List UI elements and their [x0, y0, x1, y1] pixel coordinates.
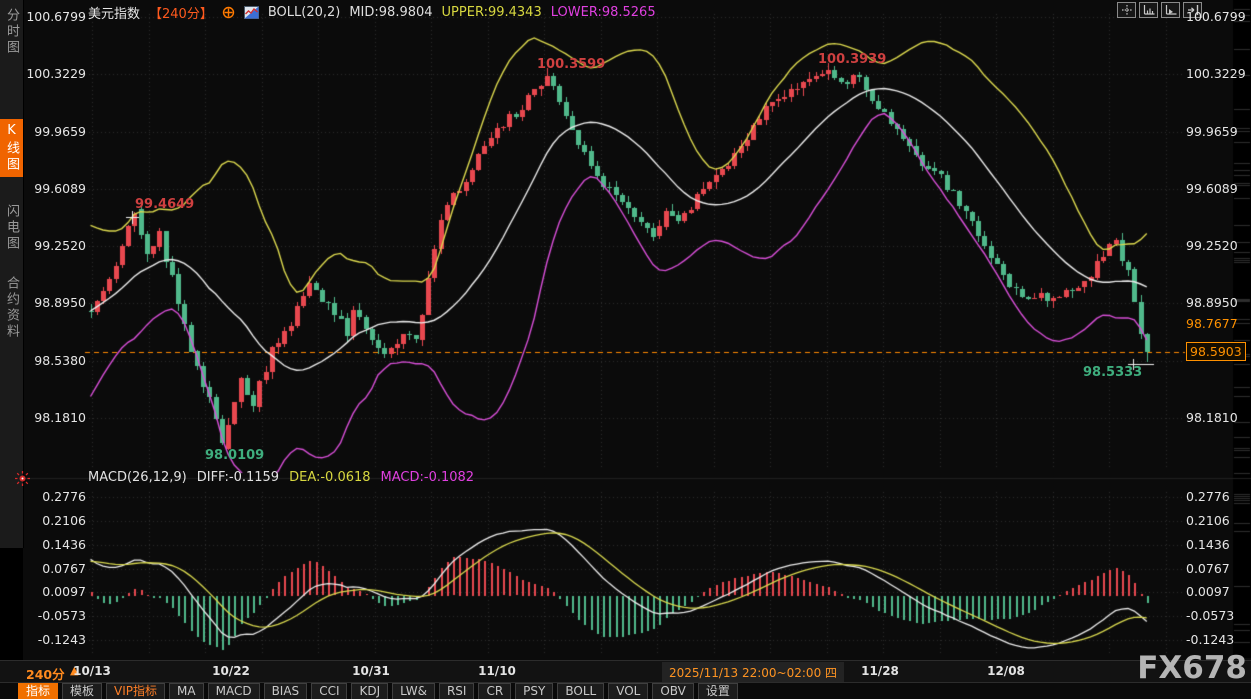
- swing-high-label: 100.3939: [818, 52, 886, 67]
- toolbar-button-指标[interactable]: 指标: [18, 683, 58, 699]
- price-axis-label: 98.5380: [20, 353, 86, 368]
- target-icon[interactable]: [222, 6, 235, 19]
- macd-axis-label: 0.2106: [1186, 513, 1251, 528]
- toolbar-button-kdj[interactable]: KDJ: [351, 683, 388, 699]
- toolbar-button-ma[interactable]: MA: [169, 683, 204, 699]
- instrument-name: 美元指数: [88, 3, 140, 22]
- toolbar-button-vol[interactable]: VOL: [608, 683, 648, 699]
- current-price-box: 98.5903: [1186, 342, 1246, 361]
- boll-lower-value: LOWER:98.5265: [551, 5, 656, 20]
- macd-diff-value: DIFF:-0.1159: [197, 470, 279, 485]
- price-axis-label: 98.1810: [20, 410, 86, 425]
- indicator-toolbar: 指标模板VIP指标MAMACDBIASCCIKDJLW&RSICRPSYBOLL…: [0, 682, 1251, 699]
- price-axis-label: 100.6799: [20, 9, 86, 24]
- swing-high-label: 100.3599: [537, 57, 605, 72]
- sidebar-background: [0, 0, 24, 548]
- macd-axis-label: 0.1436: [20, 537, 86, 552]
- date-tick-label: 10/13: [70, 664, 114, 678]
- mini-chart-icon[interactable]: [244, 6, 259, 19]
- macd-axis-label: 0.1436: [1186, 537, 1251, 552]
- toolbar-button-cr[interactable]: CR: [478, 683, 511, 699]
- toolbar-button-模板[interactable]: 模板: [62, 683, 102, 699]
- compress-left-icon[interactable]: [1139, 2, 1158, 18]
- crosshair-icon[interactable]: [1117, 2, 1136, 18]
- macd-legend: MACD(26,12,9) DIFF:-0.1159 DEA:-0.0618 M…: [88, 470, 474, 485]
- macd-axis-label: 0.0767: [20, 561, 86, 576]
- macd-axis-label: 0.0767: [1186, 561, 1251, 576]
- macd-axis-label: 0.2776: [20, 489, 86, 504]
- timeframe-label[interactable]: 240分: [26, 664, 65, 683]
- macd-axis-label: 0.2776: [1186, 489, 1251, 504]
- panel-divider-handle-icon[interactable]: [14, 470, 31, 487]
- price-axis-label: 100.3229: [1186, 66, 1251, 81]
- macd-axis-label: -0.1243: [1186, 632, 1251, 647]
- macd-settings-label: MACD(26,12,9): [88, 470, 187, 485]
- compress-right-icon[interactable]: [1161, 2, 1180, 18]
- macd-axis-label: -0.0573: [1186, 608, 1251, 623]
- price-axis-label: 99.2520: [20, 238, 86, 253]
- price-axis-label: 99.6089: [20, 181, 86, 196]
- boll-upper-value: UPPER:99.4343: [442, 5, 542, 20]
- toolbar-button-macd[interactable]: MACD: [208, 683, 260, 699]
- price-axis-label: 98.8950: [1186, 295, 1251, 310]
- price-axis-label: 99.9659: [20, 124, 86, 139]
- price-axis-label: 98.1810: [1186, 410, 1251, 425]
- swing-low-label: 98.0109: [205, 448, 264, 463]
- date-tick-label: 12/08: [984, 664, 1028, 678]
- price-axis-label: 100.6799: [1186, 9, 1251, 24]
- toolbar-button-psy[interactable]: PSY: [515, 683, 553, 699]
- selected-time-readout: 2025/11/13 22:00~02:00 四: [662, 662, 844, 683]
- toolbar-button-bias[interactable]: BIAS: [264, 683, 308, 699]
- swing-high-label: 99.4649: [135, 197, 194, 212]
- price-axis-label: 100.3229: [20, 66, 86, 81]
- trading-terminal: { "header": { "symbol": "美元指数", "period"…: [0, 0, 1251, 699]
- date-tick-label: 10/31: [349, 664, 393, 678]
- chart-legend: 美元指数 【240分】 BOLL(20,2) MID:98.9804 UPPER…: [88, 3, 656, 22]
- price-axis-label: 99.9659: [1186, 124, 1251, 139]
- macd-dea-value: DEA:-0.0618: [289, 470, 370, 485]
- period-label: 【240分】: [149, 3, 213, 22]
- toolbar-button-rsi[interactable]: RSI: [439, 683, 475, 699]
- macd-axis-label: -0.1243: [20, 632, 86, 647]
- price-axis-label: 99.6089: [1186, 181, 1251, 196]
- macd-value: MACD:-0.1082: [381, 470, 475, 485]
- toolbar-button-lw&[interactable]: LW&: [392, 683, 435, 699]
- date-tick-label: 10/22: [209, 664, 253, 678]
- chart-canvas[interactable]: [23, 0, 1251, 660]
- date-tick-label: 11/10: [475, 664, 519, 678]
- price-axis-label: 99.2520: [1186, 238, 1251, 253]
- watermark: FX678: [1137, 650, 1247, 686]
- toolbar-button-obv[interactable]: OBV: [652, 683, 694, 699]
- macd-axis-label: 0.0097: [1186, 584, 1251, 599]
- boll-settings-label: BOLL(20,2): [268, 5, 341, 20]
- toolbar-button-vip指标[interactable]: VIP指标: [106, 683, 165, 699]
- time-axis: 240分 ▲ 10/1310/2210/3111/1011/2812/08 20…: [0, 660, 1251, 683]
- macd-axis-label: -0.0573: [20, 608, 86, 623]
- toolbar-button-设置[interactable]: 设置: [698, 683, 738, 699]
- prev-price-label: 98.7677: [1186, 316, 1251, 331]
- date-tick-label: 11/28: [858, 664, 902, 678]
- swing-low-label: 98.5333: [1083, 365, 1142, 380]
- macd-axis-label: 0.2106: [20, 513, 86, 528]
- toolbar-button-cci[interactable]: CCI: [311, 683, 347, 699]
- price-axis-label: 98.8950: [20, 295, 86, 310]
- macd-axis-label: 0.0097: [20, 584, 86, 599]
- boll-mid-value: MID:98.9804: [349, 5, 432, 20]
- toolbar-button-boll[interactable]: BOLL: [557, 683, 604, 699]
